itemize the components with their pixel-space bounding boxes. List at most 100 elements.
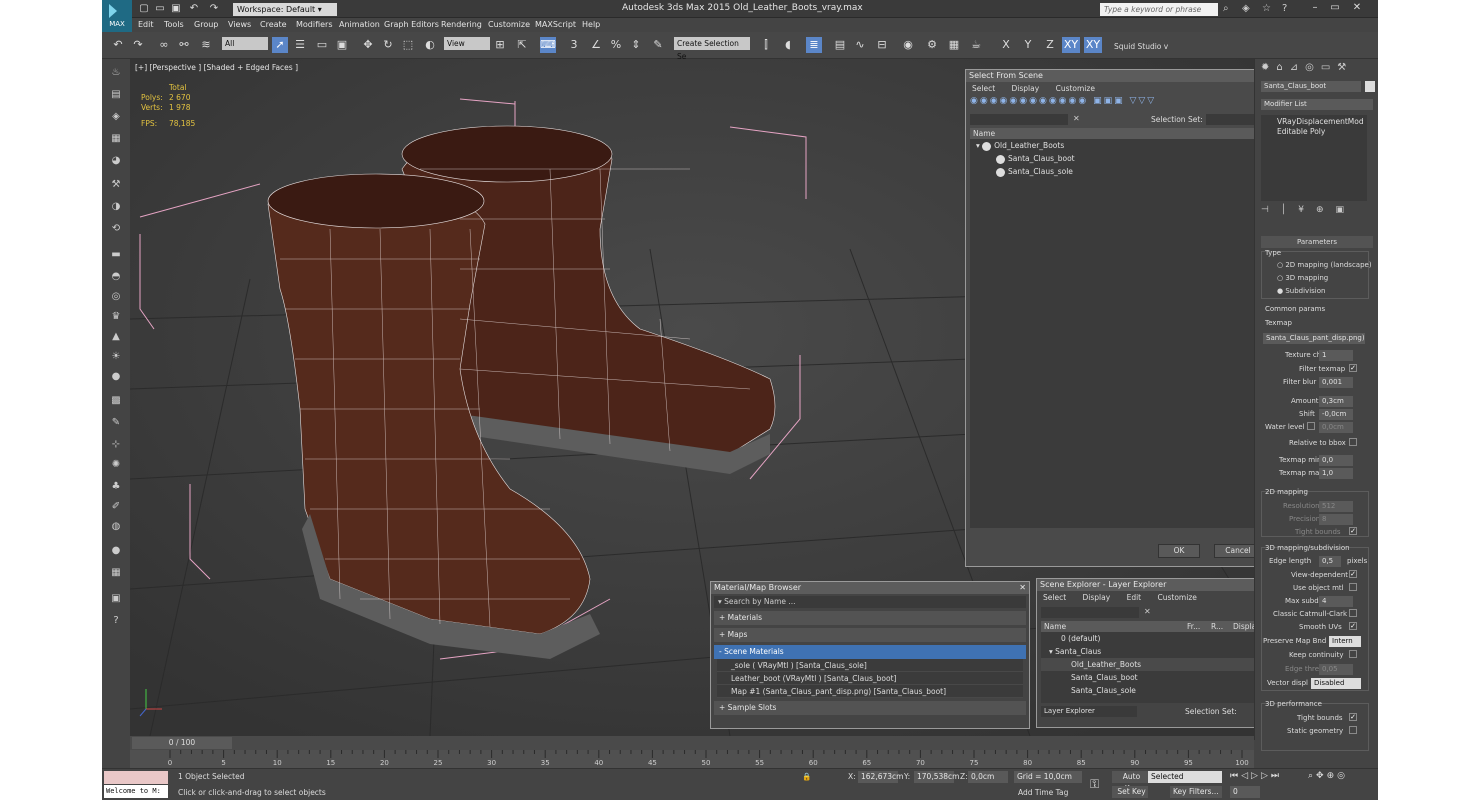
ring-sidebar-icon[interactable]: ◎ <box>108 291 124 305</box>
favorites-icon[interactable]: ☆ <box>1262 3 1271 14</box>
view-dependent-checkbox[interactable]: ✓ <box>1349 570 1357 578</box>
box-sidebar-icon[interactable]: ▬ <box>108 249 124 263</box>
globe-sidebar-icon[interactable]: ✺ <box>108 459 124 473</box>
undo-icon[interactable]: ↶ <box>110 37 126 53</box>
sfs-column-name[interactable]: Name <box>970 128 1254 139</box>
sfs-selection-set-dropdown[interactable] <box>1206 114 1254 125</box>
modifier-list-dropdown[interactable]: Modifier List <box>1261 99 1373 110</box>
link-icon[interactable]: ∞ <box>156 37 172 53</box>
sun-sidebar-icon[interactable]: ☀ <box>108 351 124 365</box>
open-file-icon[interactable]: ▭ <box>154 3 166 15</box>
current-frame-field[interactable]: 0 <box>1230 786 1260 798</box>
place-icon[interactable]: ◐ <box>422 37 438 53</box>
viewport-label[interactable]: [+] [Perspective ] [Shaded + Edged Faces… <box>135 63 298 72</box>
tight-bounds2-checkbox[interactable]: ✓ <box>1349 713 1357 721</box>
network-sidebar-icon[interactable]: ⊹ <box>108 439 124 453</box>
panel-sidebar-icon[interactable]: ▦ <box>108 567 124 581</box>
move-icon[interactable]: ✥ <box>360 37 376 53</box>
sfs-menu-select[interactable]: Select <box>972 84 995 93</box>
scale-icon[interactable]: ⬚ <box>400 37 416 53</box>
select-by-name-icon[interactable]: ☰ <box>292 37 308 53</box>
material-editor-icon[interactable]: ◉ <box>900 37 916 53</box>
layer-explorer-dropdown[interactable]: Layer Explorer <box>1041 706 1137 717</box>
new-file-icon[interactable]: ▢ <box>138 3 150 15</box>
table-row[interactable]: 0 (default) <box>1041 632 1254 645</box>
stack-tools-row[interactable]: ⊣│¥⊕▣ <box>1261 205 1356 215</box>
menu-maxscript[interactable]: MAXScript <box>535 20 576 29</box>
maxscript-output[interactable]: Welcome to M: <box>104 785 168 798</box>
add-time-tag-button[interactable]: Add Time Tag <box>1018 788 1068 797</box>
mmb-search-input[interactable]: ▾ Search by Name ... <box>714 596 1026 608</box>
minimize-icon[interactable]: – <box>1306 2 1324 15</box>
se-col-render[interactable]: R... <box>1211 621 1223 632</box>
menu-views[interactable]: Views <box>228 20 251 29</box>
axis-x-button[interactable]: X <box>998 37 1014 53</box>
wood-sidebar-icon[interactable]: ◍ <box>108 521 124 535</box>
selection-filter-dropdown[interactable]: All <box>222 37 268 50</box>
menu-group[interactable]: Group <box>194 20 218 29</box>
tool-sidebar-icon[interactable]: ⚒ <box>108 179 124 193</box>
auto-key-button[interactable]: Auto Key <box>1112 771 1148 793</box>
texmap-button[interactable]: Santa_Claus_pant_disp.png) <box>1263 333 1365 344</box>
dome-sidebar-icon[interactable]: ◓ <box>108 271 124 285</box>
undo-icon[interactable]: ↶ <box>188 3 200 15</box>
table-row[interactable]: Old_Leather_Boots <box>1041 658 1254 671</box>
graphite-icon[interactable]: ▤ <box>832 37 848 53</box>
playback-controls[interactable]: ⏮◁▷▷⏭ <box>1230 771 1282 781</box>
texmap-max-spinner[interactable]: 1,0 <box>1319 468 1353 479</box>
unlink-icon[interactable]: ⚯ <box>176 37 192 53</box>
ref-coord-dropdown[interactable]: View <box>444 37 490 50</box>
schematic-view-icon[interactable]: ⊟ <box>874 37 890 53</box>
mirror-icon[interactable]: ⫿ <box>758 37 774 53</box>
command-panel-tabs[interactable]: ✹⌂⊿◎▭⚒ <box>1255 59 1378 77</box>
key-mode-dropdown[interactable]: Selected <box>1148 771 1222 783</box>
keep-continuity-checkbox[interactable] <box>1349 650 1357 658</box>
redo-icon[interactable]: ↷ <box>130 37 146 53</box>
key-filters-button[interactable]: Key Filters... <box>1170 786 1222 798</box>
app-logo[interactable]: MAX <box>102 0 132 32</box>
spinner-snap-icon[interactable]: ⇕ <box>628 37 644 53</box>
close-icon[interactable]: ✕ <box>1348 2 1366 15</box>
mmb-maps-section[interactable]: + Maps <box>714 628 1026 642</box>
select-object-icon[interactable]: ➚ <box>272 37 288 53</box>
redo-icon[interactable]: ↷ <box>208 3 220 15</box>
edit-named-sets-icon[interactable]: ✎ <box>650 37 666 53</box>
paint-sidebar-icon[interactable]: ✎ <box>108 417 124 431</box>
close-icon[interactable]: ✕ <box>1019 582 1026 594</box>
mmb-scene-materials-section[interactable]: - Scene Materials <box>714 645 1026 659</box>
grid-sidebar-icon[interactable]: ▦ <box>108 133 124 147</box>
key-icon[interactable]: ⚿ <box>1090 777 1099 792</box>
parameters-rollout[interactable]: Parameters <box>1261 236 1373 248</box>
graphite-sidebar-icon[interactable]: ▤ <box>108 89 124 103</box>
help-icon[interactable]: ? <box>1282 3 1287 14</box>
rect-selection-icon[interactable]: ▭ <box>314 37 330 53</box>
time-slider[interactable]: 0 / 100 <box>130 736 1254 750</box>
table-row[interactable]: Santa_Claus_boot <box>1041 671 1254 684</box>
material-item[interactable]: Map #1 (Santa_Claus_pant_disp.png) [Sant… <box>717 685 1023 698</box>
flow-sidebar-icon[interactable]: ⟲ <box>108 223 124 237</box>
sfs-menu-customize[interactable]: Customize <box>1056 84 1095 93</box>
se-search-input[interactable] <box>1041 607 1139 618</box>
filter-blur-spinner[interactable]: 0,001 <box>1319 377 1353 388</box>
filter-icons-row[interactable]: ◉◉◉◉◉◉◉◉◉◉◉◉ ▣▣▣ ▽▽▽ <box>966 96 1254 112</box>
vector-displ-dropdown[interactable]: Disabled <box>1311 678 1361 689</box>
sphere-sidebar-icon[interactable]: ◑ <box>108 201 124 215</box>
list-item[interactable]: Santa_Claus_sole <box>970 165 1254 178</box>
se-col-freeze[interactable]: Fr... <box>1187 621 1200 632</box>
perspective-viewport[interactable]: [+] [Perspective ] [Shaded + Edged Faces… <box>130 59 1254 736</box>
precision-spinner[interactable]: 8 <box>1319 514 1353 525</box>
snap-toggle-icon[interactable]: 3 <box>566 37 582 53</box>
table-row[interactable]: ▾ Santa_Claus <box>1041 645 1254 658</box>
clear-search-icon[interactable]: ✕ <box>1144 607 1151 616</box>
object-name-field[interactable]: Santa_Claus_boot <box>1261 81 1361 92</box>
x-coord-field[interactable]: 162,673cm <box>858 771 903 783</box>
amount-spinner[interactable]: 0,3cm <box>1319 396 1353 407</box>
list-item[interactable]: Santa_Claus_boot <box>970 152 1254 165</box>
maxscript-listener-mini[interactable] <box>104 771 168 784</box>
rotate-icon[interactable]: ↻ <box>380 37 396 53</box>
brush-sidebar-icon[interactable]: ✐ <box>108 501 124 515</box>
layer-manager-icon[interactable]: ≣ <box>806 37 822 53</box>
y-coord-field[interactable]: 170,538cm <box>914 771 959 783</box>
object-color-swatch[interactable] <box>1365 81 1375 92</box>
checker-sidebar-icon[interactable]: ▩ <box>108 395 124 409</box>
